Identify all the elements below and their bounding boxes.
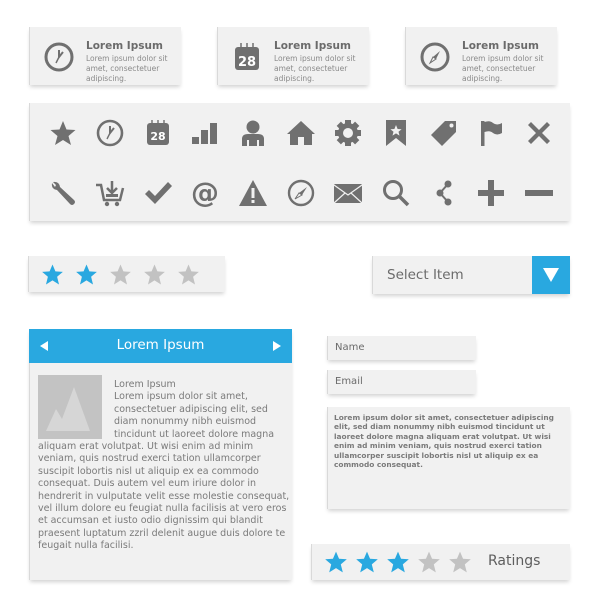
card-body-text: aliquam erat volutpat. Ut wisi enim ad m… (38, 441, 290, 552)
card-title: Lorem Ipsum (116, 337, 205, 353)
star-filled-icon[interactable] (386, 550, 410, 574)
star-filled-icon[interactable] (41, 263, 64, 286)
name-placeholder: Name (335, 342, 365, 353)
info-card-compass[interactable]: Lorem Ipsum Lorem ipsum dolor sit amet, … (405, 27, 557, 85)
star-empty-icon[interactable] (448, 550, 472, 574)
checkmark-icon[interactable] (143, 178, 173, 208)
email-placeholder: Email (335, 376, 363, 387)
star-empty-icon[interactable] (109, 263, 132, 286)
icon-grid-panel: 28 @ (29, 103, 570, 221)
warning-icon[interactable] (238, 178, 268, 208)
info-card-title: Lorem Ipsum (274, 40, 351, 52)
clock-icon[interactable] (95, 118, 125, 148)
email-field[interactable]: Email (327, 370, 476, 394)
gear-icon[interactable] (333, 118, 363, 148)
calendar-icon: 28 (231, 41, 263, 73)
home-icon[interactable] (286, 118, 316, 148)
chevron-down-icon (543, 268, 559, 282)
content-card: Lorem Ipsum Lorem Ipsum Lorem ipsum dolo… (29, 329, 292, 580)
card-header: Lorem Ipsum (29, 329, 292, 363)
star-filled-icon[interactable] (75, 263, 98, 286)
info-card-title: Lorem Ipsum (86, 40, 163, 52)
svg-text:28: 28 (238, 55, 256, 70)
plus-icon[interactable] (476, 178, 506, 208)
clock-icon (43, 41, 75, 73)
star-rating-small[interactable] (28, 256, 225, 292)
mountain-icon (46, 387, 90, 431)
at-sign-icon[interactable]: @ (190, 178, 220, 208)
flag-icon[interactable] (476, 118, 506, 148)
info-card-desc: Lorem ipsum dolor sit amet, consectetuer… (86, 54, 168, 83)
message-textarea[interactable]: Lorem ipsum dolor sit amet, consectetuer… (327, 407, 570, 509)
bookmark-icon[interactable] (381, 118, 411, 148)
compass-icon (419, 41, 451, 73)
signal-bars-icon[interactable] (190, 118, 220, 148)
card-side-paragraph: Lorem ipsum dolor sit amet, consectetuer… (114, 391, 275, 440)
card-side-text: Lorem Ipsum Lorem ipsum dolor sit amet, … (114, 379, 286, 441)
message-text: Lorem ipsum dolor sit amet, consectetuer… (334, 413, 554, 470)
select-label: Select Item (387, 267, 464, 283)
star-filled-icon[interactable] (324, 550, 348, 574)
image-placeholder (38, 375, 102, 439)
svg-text:@: @ (191, 178, 219, 208)
star-empty-icon[interactable] (417, 550, 441, 574)
calendar-icon[interactable]: 28 (143, 118, 173, 148)
mail-icon[interactable] (333, 178, 363, 208)
share-icon[interactable] (429, 178, 459, 208)
minus-icon[interactable] (524, 178, 554, 208)
arrow-right-icon[interactable] (273, 341, 281, 351)
star-icon[interactable] (48, 118, 78, 148)
star-list (324, 550, 472, 574)
star-list (41, 263, 200, 286)
card-subtitle: Lorem Ipsum (114, 379, 176, 390)
star-empty-icon[interactable] (177, 263, 200, 286)
info-card-desc: Lorem ipsum dolor sit amet, consectetuer… (274, 54, 356, 83)
compass-icon[interactable] (286, 178, 316, 208)
info-card-calendar[interactable]: 28 Lorem Ipsum Lorem ipsum dolor sit ame… (217, 27, 369, 85)
star-rating-large[interactable]: Ratings (311, 544, 570, 580)
close-icon[interactable] (524, 118, 554, 148)
star-filled-icon[interactable] (355, 550, 379, 574)
star-empty-icon[interactable] (143, 263, 166, 286)
select-dropdown[interactable]: Select Item (372, 256, 570, 294)
select-toggle-button[interactable] (532, 256, 570, 294)
info-card-desc: Lorem ipsum dolor sit amet, consectetuer… (462, 54, 544, 83)
user-icon[interactable] (238, 118, 268, 148)
ratings-label: Ratings (488, 553, 541, 569)
tag-icon[interactable] (429, 118, 459, 148)
wrench-icon[interactable] (48, 178, 78, 208)
cart-download-icon[interactable] (95, 178, 125, 208)
info-card-clock[interactable]: Lorem Ipsum Lorem ipsum dolor sit amet, … (29, 27, 181, 85)
info-card-title: Lorem Ipsum (462, 40, 539, 52)
search-icon[interactable] (381, 178, 411, 208)
svg-text:28: 28 (150, 130, 165, 143)
name-field[interactable]: Name (327, 336, 476, 360)
